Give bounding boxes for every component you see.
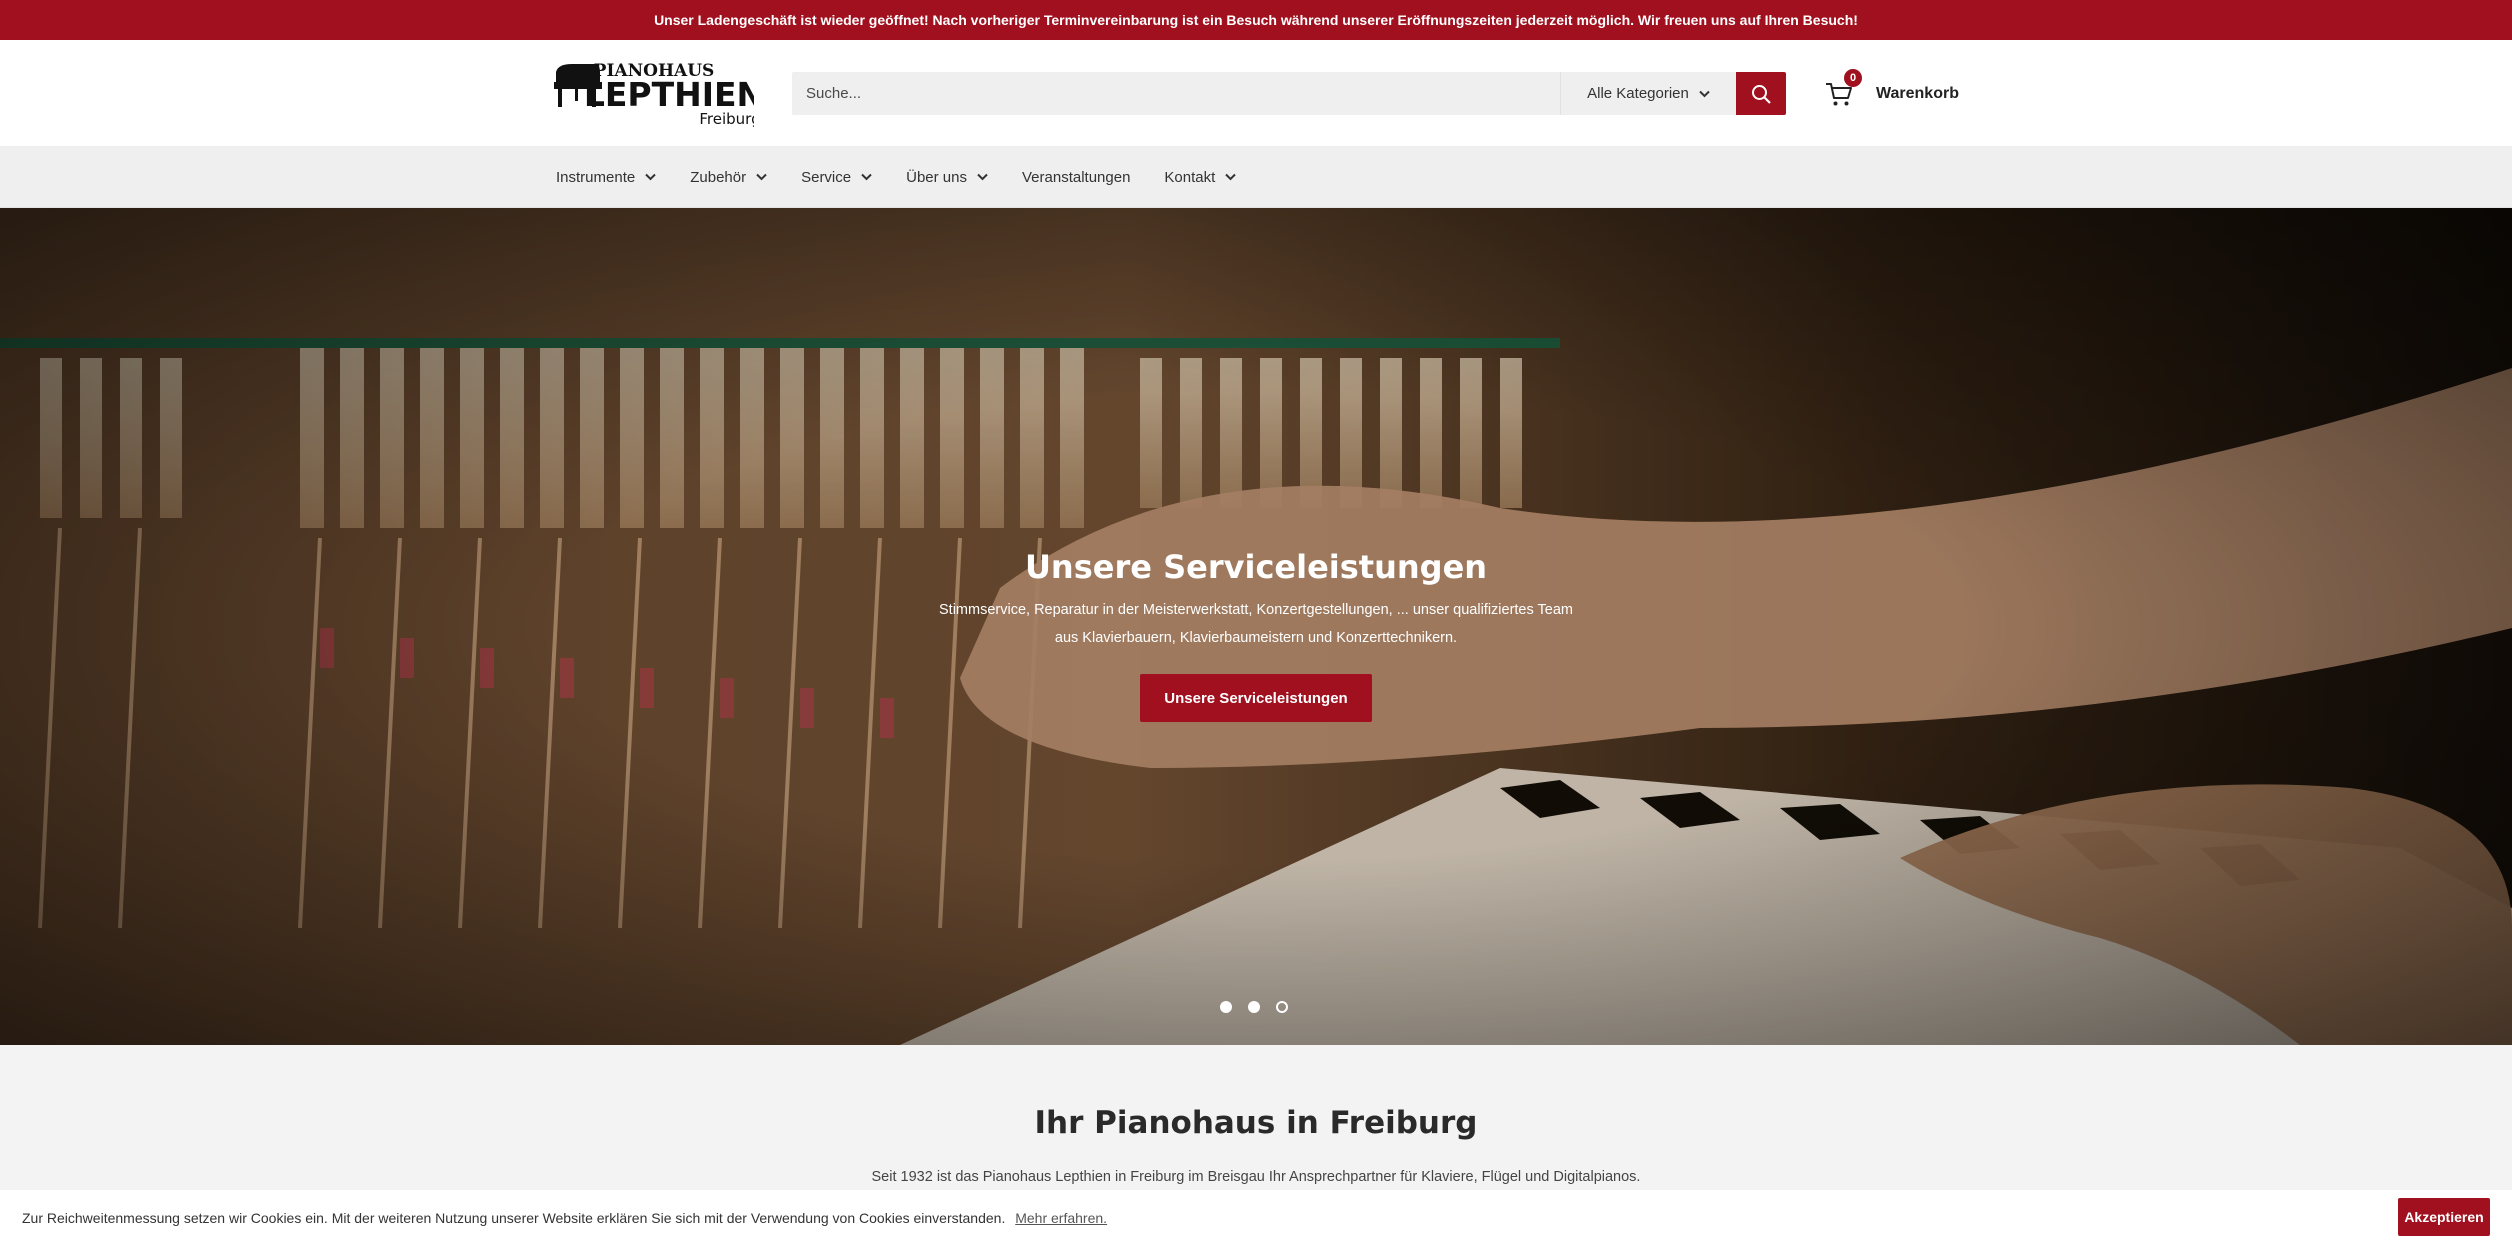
nav-item-label: Zubehör [690,168,747,186]
hero-description-line2: aus Klavierbauern, Klavierbaumeistern un… [1054,630,1458,646]
nav-item-instrumente[interactable]: Instrumente [556,169,656,186]
cookie-accept-button[interactable]: Akzeptieren [2398,1198,2490,1236]
chevron-down-icon [645,173,656,181]
cookie-message: Zur Reichweitenmessung setzen wir Cookie… [22,1210,1006,1226]
search-input[interactable] [792,72,1560,115]
hero-description-line1: Stimmservice, Reparatur in der Meisterwe… [939,602,1573,618]
announcement-bar: Unser Ladengeschäft ist wieder geöffnet!… [0,0,2512,40]
cart-icon-wrap: 0 [1824,69,1862,109]
slider-pagination [1220,1001,1288,1013]
cart-count-badge: 0 [1844,69,1862,87]
nav-item-label: Service [801,168,852,186]
chevron-down-icon [1699,90,1710,97]
nav-item-ueber-uns[interactable]: Über uns [906,169,988,186]
main-navigation: Instrumente Zubehör Service Über uns Ver… [0,146,2512,208]
nav-item-veranstaltungen[interactable]: Veranstaltungen [1022,169,1130,186]
cart-label: Warenkorb [1876,85,1959,102]
category-select[interactable]: Alle Kategorien [1560,72,1736,115]
site-header: PIANOHAUS LEPTHIEN Freiburg Alle Kategor… [0,40,2512,146]
nav-item-label: Über uns [906,168,967,186]
hero-slider: Unsere Serviceleistungen Stimmservice, R… [0,208,2512,1045]
logo-line2: LEPTHIEN [584,75,754,114]
hero-title: Unsere Serviceleistungen [1024,548,1488,586]
cookie-banner: Zur Reichweitenmessung setzen wir Cookie… [0,1190,2512,1247]
nav-item-label: Kontakt [1164,168,1216,186]
slider-dot-2[interactable] [1248,1001,1260,1013]
cart-link[interactable]: 0 Warenkorb [1824,69,1959,114]
chevron-down-icon [756,173,767,181]
nav-item-zubehoer[interactable]: Zubehör [690,169,767,186]
slider-dot-1[interactable] [1220,1001,1232,1013]
search-bar: Alle Kategorien [792,72,1786,115]
chevron-down-icon [861,173,872,181]
nav-item-label: Veranstaltungen [1022,168,1131,186]
slider-dot-3[interactable] [1276,1001,1288,1013]
store-logo[interactable]: PIANOHAUS LEPTHIEN Freiburg [554,58,754,128]
nav-item-kontakt[interactable]: Kontakt [1164,168,1237,186]
chevron-down-icon [1225,173,1237,181]
intro-text: Seit 1932 ist das Pianohaus Lepthien in … [871,1169,1641,1185]
intro-title: Ihr Pianohaus in Freiburg [1034,1105,1478,1141]
search-button[interactable] [1736,72,1786,115]
hero-description: Stimmservice, Reparatur in der Meisterwe… [906,596,1606,652]
category-select-label: Alle Kategorien [1587,85,1689,102]
nav-item-label: Instrumente [556,168,636,186]
nav-item-service[interactable]: Service [801,169,872,186]
cookie-text-block: Zur Reichweitenmessung setzen wir Cookie… [22,1210,1107,1226]
chevron-down-icon [977,173,988,181]
search-icon [1752,84,1771,104]
cookie-learn-more-link[interactable]: Mehr erfahren. [1015,1210,1107,1226]
announcement-text: Unser Ladengeschäft ist wieder geöffnet!… [654,12,1858,28]
hero-cta-button[interactable]: Unsere Serviceleistungen [1140,674,1372,722]
logo-line3: Freiburg [699,110,754,128]
